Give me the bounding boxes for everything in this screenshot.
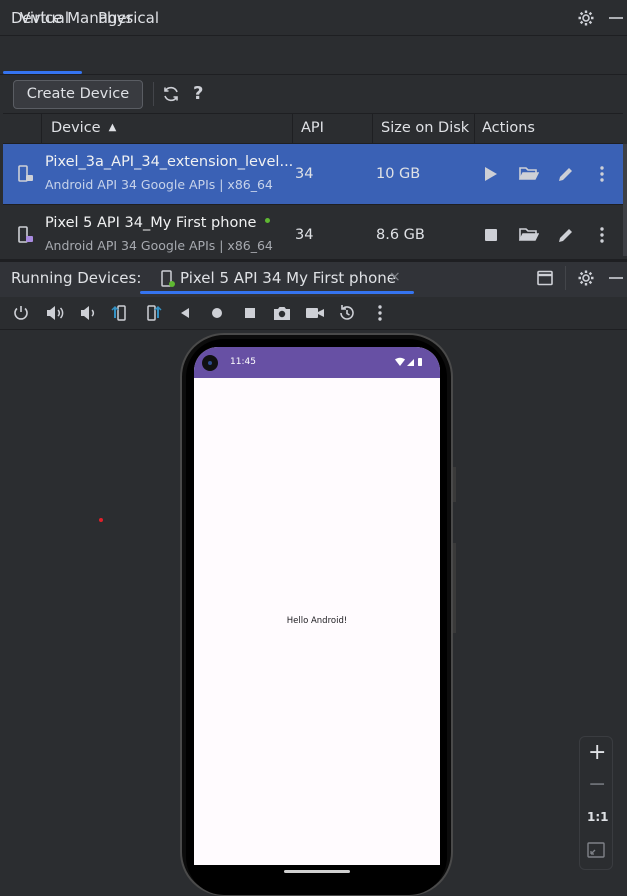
power-icon[interactable] (12, 304, 30, 322)
more-options-icon[interactable] (597, 164, 607, 184)
back-icon[interactable] (178, 304, 192, 322)
camera-lens (208, 361, 212, 365)
overview-icon[interactable] (242, 304, 258, 322)
window-layout-icon[interactable] (537, 270, 553, 286)
online-status-dot (265, 218, 271, 223)
volume-up-icon[interactable] (45, 304, 65, 322)
device-api: 34 (295, 227, 314, 243)
selected-tab-indicator (140, 291, 414, 294)
sort-ascending-icon: ▲ (108, 122, 117, 133)
more-options-icon[interactable] (597, 225, 607, 245)
device-size: 10 GB (376, 166, 421, 182)
phone-running-icon (160, 270, 176, 288)
running-device-tab[interactable]: Pixel 5 API 34 My First phone (180, 269, 396, 287)
status-icons (395, 357, 425, 367)
screen-record-icon[interactable] (305, 304, 325, 322)
show-on-disk-folder-icon[interactable] (519, 225, 539, 245)
device-details: Android API 34 Google APIs | x86_64 (45, 177, 273, 192)
close-tab-icon[interactable]: × (389, 269, 401, 285)
device-list-scrollbar[interactable] (623, 144, 627, 256)
device-name: Pixel_3a_API_34_extension_level... (45, 154, 294, 170)
emulator-more-icon[interactable] (375, 304, 385, 322)
zoom-in-button[interactable]: + (588, 740, 606, 765)
phone-screen[interactable] (194, 347, 440, 865)
tab-virtual[interactable]: Virtual (20, 9, 69, 27)
snapshot-history-icon[interactable] (337, 304, 357, 322)
column-divider (474, 114, 475, 144)
wifi-icon (395, 357, 405, 366)
column-header-actions[interactable]: Actions (482, 120, 535, 136)
running-devices-label: Running Devices: (11, 269, 142, 287)
status-clock: 11:45 (230, 357, 256, 367)
help-icon[interactable]: ? (193, 83, 203, 104)
zoom-fit-icon[interactable] (587, 842, 605, 858)
rotate-right-icon[interactable] (143, 304, 163, 322)
gesture-nav-handle[interactable] (284, 870, 350, 873)
device-name: Pixel 5 API 34_My First phone (45, 215, 271, 231)
phone-volume-button[interactable] (453, 543, 456, 633)
stop-icon[interactable] (483, 225, 499, 245)
header-divider (565, 266, 566, 290)
virtual-device-icon (17, 226, 35, 244)
create-device-button[interactable]: Create Device (13, 80, 143, 109)
minimize-icon[interactable] (608, 269, 624, 287)
volume-down-icon[interactable] (79, 304, 97, 322)
column-divider (41, 114, 42, 144)
launch-play-icon[interactable] (483, 164, 499, 184)
home-icon[interactable] (209, 304, 225, 322)
toolbar-divider (153, 82, 154, 106)
refresh-icon[interactable] (162, 85, 180, 103)
pointer-marker (99, 518, 103, 522)
device-api: 34 (295, 166, 314, 182)
minimize-icon[interactable] (608, 9, 624, 27)
device-details: Android API 34 Google APIs | x86_64 (45, 238, 273, 253)
edit-pencil-icon[interactable] (556, 225, 576, 245)
screenshot-camera-icon[interactable] (272, 304, 292, 322)
column-header-size[interactable]: Size on Disk (381, 120, 469, 136)
settings-gear-icon[interactable] (577, 269, 595, 287)
virtual-device-icon (17, 165, 35, 183)
tab-physical[interactable]: Physical (98, 9, 159, 27)
app-greeting-text: Hello Android! (286, 616, 348, 626)
column-divider (292, 114, 293, 144)
settings-gear-icon[interactable] (577, 9, 595, 27)
show-on-disk-folder-icon[interactable] (519, 164, 539, 184)
device-type-tabs (0, 36, 627, 75)
signal-icon (407, 359, 414, 366)
column-header-device[interactable]: Device ▲ (51, 120, 116, 136)
column-divider (372, 114, 373, 144)
battery-icon (418, 358, 422, 366)
phone-power-button[interactable] (453, 467, 456, 502)
zoom-actual-size-button[interactable]: 1:1 (587, 810, 609, 824)
device-row[interactable]: Pixel_3a_API_34_extension_level... Andro… (3, 144, 623, 204)
column-header-api[interactable]: API (301, 120, 324, 136)
rotate-left-icon[interactable] (110, 304, 130, 322)
selected-tab-indicator (3, 71, 82, 74)
edit-pencil-icon[interactable] (556, 164, 576, 184)
device-table-header: Device ▲ API Size on Disk Actions (3, 113, 623, 144)
zoom-out-button[interactable]: − (588, 772, 606, 797)
device-row[interactable]: Pixel 5 API 34_My First phone Android AP… (3, 204, 623, 264)
device-size: 8.6 GB (376, 227, 425, 243)
